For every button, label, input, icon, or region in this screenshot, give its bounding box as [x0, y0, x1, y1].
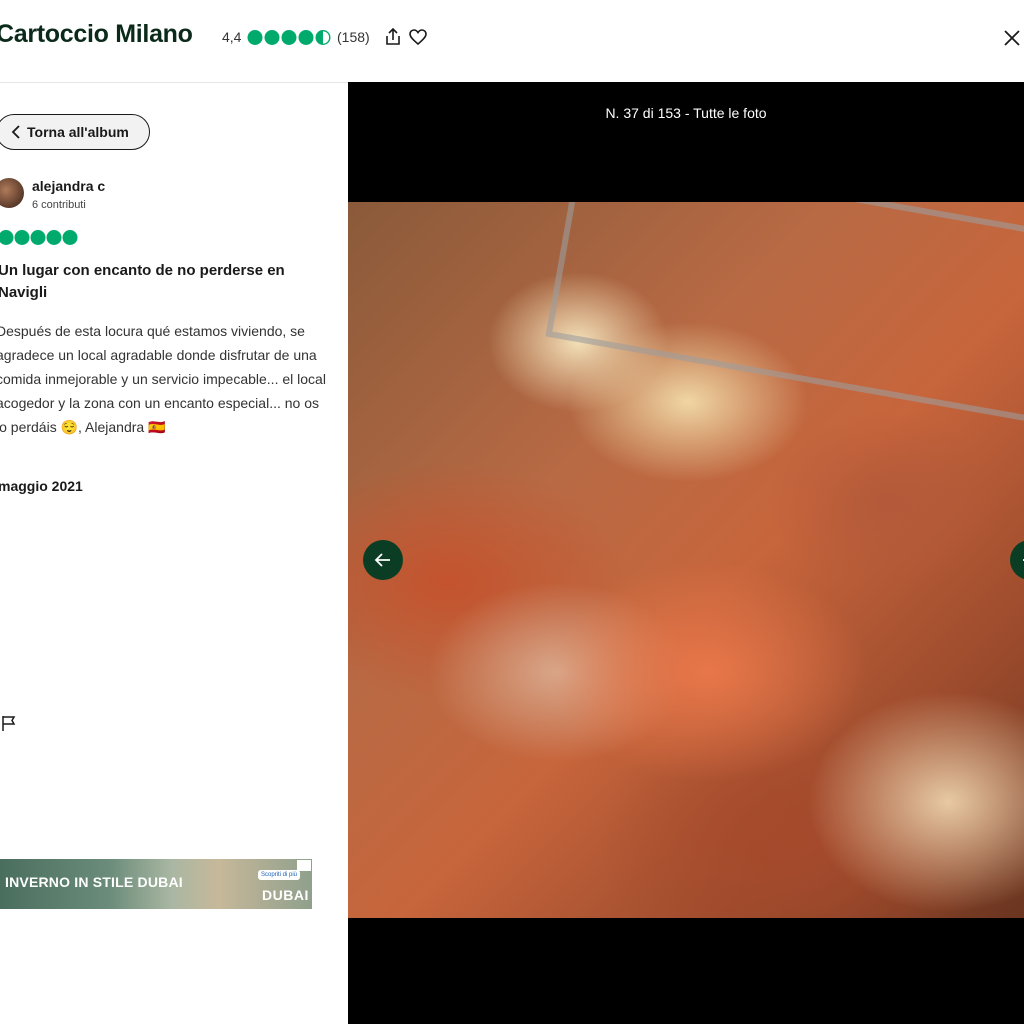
share-icon[interactable] [383, 27, 403, 47]
arrow-right-icon [1023, 559, 1024, 561]
bubble-full [14, 230, 30, 245]
food-photo [348, 202, 1024, 918]
reviewer-contributions: 6 contributi [32, 199, 86, 211]
previous-photo-button[interactable] [363, 540, 403, 580]
ad-headline: INVERNO IN STILE DUBAI [5, 874, 183, 890]
ad-banner[interactable]: INVERNO IN STILE DUBAI Scopriti di più D… [0, 859, 312, 909]
bubble-full [281, 30, 297, 45]
bubble-full [30, 230, 46, 245]
review-body: Después de esta locura qué estamos vivie… [0, 323, 326, 435]
heart-icon[interactable] [408, 27, 428, 47]
photo-counter: N. 37 di 153 - Tutte le foto [605, 105, 767, 121]
bubble-full [46, 230, 62, 245]
review-panel: Torna all'album alejandra c 6 contributi… [0, 83, 347, 1024]
bubble-full [62, 230, 78, 245]
review-title: Un lugar con encanto de no perderse en N… [0, 262, 285, 301]
close-icon[interactable] [1001, 27, 1023, 49]
reviews-count[interactable]: (158) [337, 29, 370, 45]
header-bar: Cartoccio Milano 4,4 (158) [0, 0, 1024, 83]
rating-value: 4,4 [222, 29, 242, 45]
flag-icon[interactable] [0, 714, 18, 732]
photo-basket-detail [545, 202, 1024, 429]
chevron-left-icon [11, 125, 20, 139]
rating-bubbles [247, 29, 331, 46]
ad-cta-button[interactable]: Scopriti di più [258, 870, 301, 880]
bubble-full [247, 30, 263, 45]
avatar[interactable] [0, 178, 24, 208]
review-rating-bubbles [0, 230, 78, 245]
review-date: maggio 2021 [0, 478, 83, 494]
back-button-label: Torna all'album [27, 124, 129, 140]
bubble-full [0, 230, 14, 245]
restaurant-title[interactable]: Cartoccio Milano [0, 20, 193, 49]
bubble-full [264, 30, 280, 45]
photo-viewer: N. 37 di 153 - Tutte le foto [348, 82, 1024, 1024]
back-to-album-button[interactable]: Torna all'album [0, 114, 150, 150]
reviewer-name[interactable]: alejandra c [32, 178, 105, 194]
arrow-left-icon [374, 553, 390, 567]
ad-brand-logo: DUBAI [262, 887, 309, 903]
ad-choices-icon[interactable] [297, 860, 311, 871]
bubble-full [298, 30, 314, 45]
